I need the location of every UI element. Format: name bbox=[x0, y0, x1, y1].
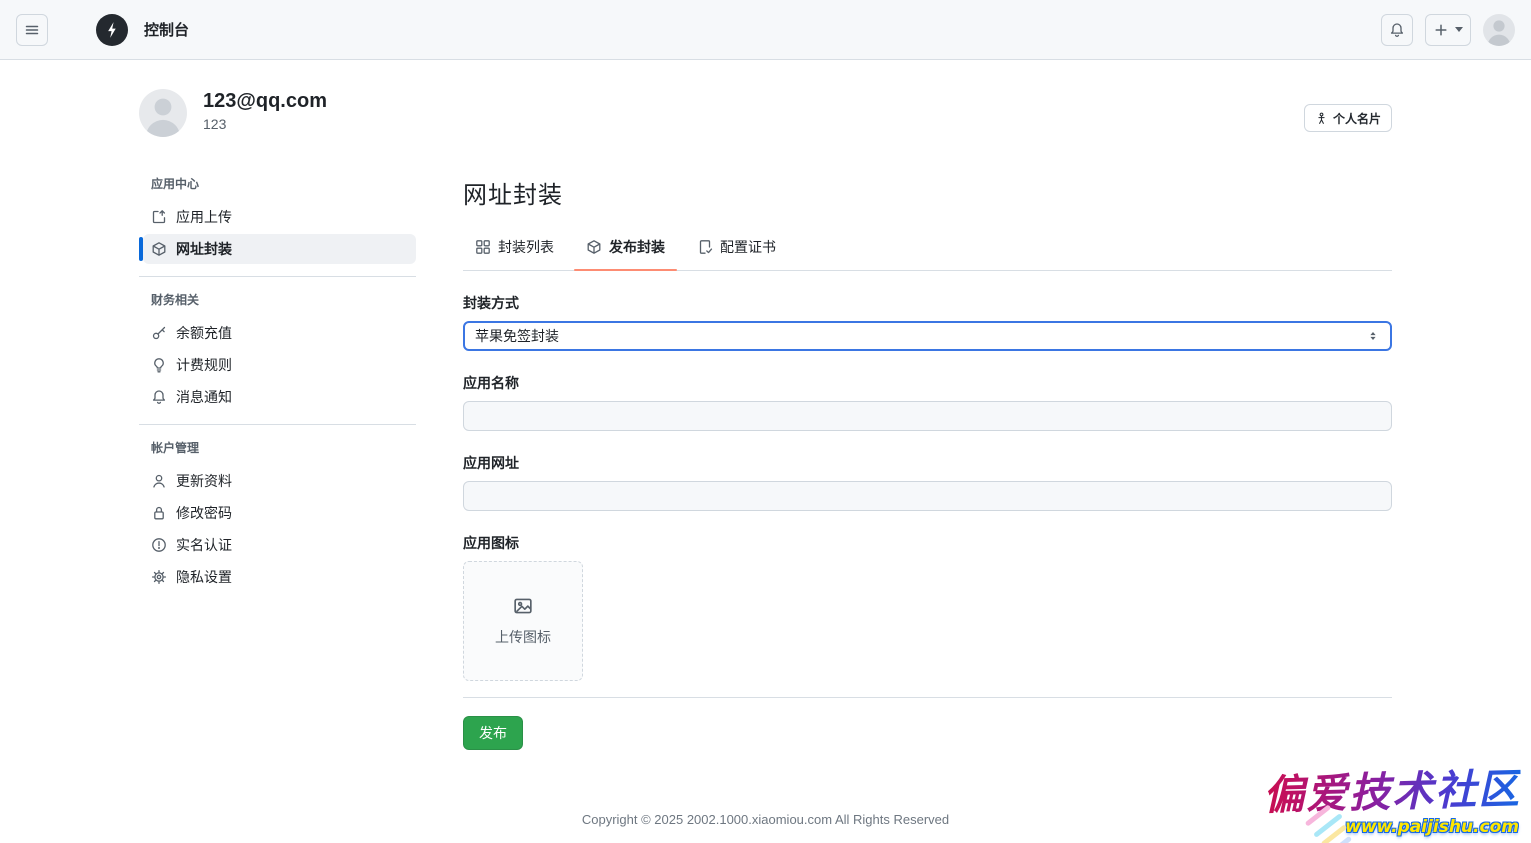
lock-icon bbox=[151, 505, 167, 521]
package-method-value: 苹果免签封装 bbox=[475, 326, 559, 346]
grid-icon bbox=[475, 239, 491, 255]
shield-exclamation-icon bbox=[151, 537, 167, 553]
sidebar-section-header: 帐户管理 bbox=[151, 439, 416, 456]
decorative-streak bbox=[1321, 824, 1348, 843]
sidebar-item-real-name-verification[interactable]: 实名认证 bbox=[143, 530, 416, 560]
personal-card-label: 个人名片 bbox=[1333, 110, 1381, 127]
sidebar: 应用中心 应用上传 网址封装 财务相关 bbox=[139, 175, 416, 750]
user-avatar-small[interactable] bbox=[1483, 14, 1515, 46]
sidebar-item-label: 应用上传 bbox=[176, 207, 232, 227]
sidebar-section-header: 应用中心 bbox=[151, 175, 416, 192]
profile-email: 123@qq.com bbox=[203, 89, 327, 114]
topbar: 控制台 bbox=[0, 0, 1531, 60]
sidebar-item-update-profile[interactable]: 更新资料 bbox=[143, 466, 416, 496]
publish-button[interactable]: 发布 bbox=[463, 716, 523, 750]
sidebar-item-label: 隐私设置 bbox=[176, 567, 232, 587]
create-new-button[interactable] bbox=[1425, 14, 1471, 46]
personal-card-button[interactable]: 个人名片 bbox=[1304, 104, 1392, 132]
sidebar-item-label: 消息通知 bbox=[176, 387, 232, 407]
bell-icon bbox=[151, 389, 167, 405]
package-icon bbox=[586, 239, 602, 255]
page-title-topbar: 控制台 bbox=[144, 19, 189, 40]
person-card-icon bbox=[1315, 112, 1328, 125]
sidebar-item-label: 网址封装 bbox=[176, 239, 232, 259]
app-name-label: 应用名称 bbox=[463, 373, 1392, 393]
footer-copyright: Copyright © 2025 2002.1000.xiaomiou.com … bbox=[139, 812, 1392, 827]
tab-bar: 封装列表 发布封装 配置证书 bbox=[463, 228, 1392, 271]
sidebar-item-url-package[interactable]: 网址封装 bbox=[143, 234, 416, 264]
sidebar-item-label: 实名认证 bbox=[176, 535, 232, 555]
lightning-bolt-icon bbox=[103, 21, 121, 39]
upload-icon bbox=[151, 209, 167, 225]
image-icon bbox=[512, 595, 534, 617]
bell-icon bbox=[1389, 22, 1405, 38]
tab-label: 发布封装 bbox=[609, 237, 665, 257]
app-url-label: 应用网址 bbox=[463, 453, 1392, 473]
sidebar-item-label: 修改密码 bbox=[176, 503, 232, 523]
tab-label: 配置证书 bbox=[720, 237, 776, 257]
package-icon bbox=[151, 241, 167, 257]
sidebar-item-label: 更新资料 bbox=[176, 471, 232, 491]
select-spinner-icon bbox=[1366, 329, 1380, 343]
package-method-label: 封装方式 bbox=[463, 293, 1392, 313]
person-icon bbox=[151, 473, 167, 489]
profile-header: 123@qq.com 123 个人名片 bbox=[139, 89, 1392, 137]
lightbulb-icon bbox=[151, 357, 167, 373]
app-logo[interactable] bbox=[96, 14, 128, 46]
upload-text: 上传图标 bbox=[495, 627, 551, 647]
decorative-streak bbox=[1332, 836, 1352, 843]
form-divider bbox=[463, 697, 1392, 698]
sidebar-item-app-upload[interactable]: 应用上传 bbox=[143, 202, 416, 232]
page-title: 网址封装 bbox=[463, 175, 1392, 210]
hamburger-menu-button[interactable] bbox=[16, 14, 48, 46]
sidebar-item-privacy-settings[interactable]: 隐私设置 bbox=[143, 562, 416, 592]
app-icon-label: 应用图标 bbox=[463, 533, 1392, 553]
hamburger-icon bbox=[24, 22, 40, 38]
tab-package-list[interactable]: 封装列表 bbox=[463, 228, 566, 270]
notifications-button[interactable] bbox=[1381, 14, 1413, 46]
tab-label: 封装列表 bbox=[498, 237, 554, 257]
tab-publish-package[interactable]: 发布封装 bbox=[574, 228, 677, 270]
tab-configure-certificate[interactable]: 配置证书 bbox=[685, 228, 788, 270]
icon-upload-dropzone[interactable]: 上传图标 bbox=[463, 561, 583, 681]
app-url-input[interactable] bbox=[463, 481, 1392, 511]
sidebar-section-finance: 财务相关 余额充值 计费规则 消息通知 bbox=[139, 276, 416, 424]
app-name-input[interactable] bbox=[463, 401, 1392, 431]
sidebar-section-account: 帐户管理 更新资料 修改密码 实名认证 bbox=[139, 424, 416, 604]
caret-down-icon bbox=[1455, 27, 1463, 32]
sidebar-item-label: 余额充值 bbox=[176, 323, 232, 343]
gear-icon bbox=[151, 569, 167, 585]
package-method-select[interactable]: 苹果免签封装 bbox=[463, 321, 1392, 351]
sidebar-section-app-center: 应用中心 应用上传 网址封装 bbox=[139, 175, 416, 276]
key-icon bbox=[151, 325, 167, 341]
sidebar-item-label: 计费规则 bbox=[176, 355, 232, 375]
file-check-icon bbox=[697, 239, 713, 255]
main-content: 网址封装 封装列表 发布封装 bbox=[463, 175, 1392, 750]
sidebar-item-billing-rules[interactable]: 计费规则 bbox=[143, 350, 416, 380]
sidebar-item-notifications[interactable]: 消息通知 bbox=[143, 382, 416, 412]
sidebar-section-header: 财务相关 bbox=[151, 291, 416, 308]
sidebar-item-balance-recharge[interactable]: 余额充值 bbox=[143, 318, 416, 348]
profile-username: 123 bbox=[203, 116, 327, 132]
plus-icon bbox=[1433, 22, 1449, 38]
sidebar-item-change-password[interactable]: 修改密码 bbox=[143, 498, 416, 528]
publish-form: 封装方式 苹果免签封装 应用名称 应用网址 应用图标 上传图标 bbox=[463, 293, 1392, 750]
user-avatar-large bbox=[139, 89, 187, 137]
